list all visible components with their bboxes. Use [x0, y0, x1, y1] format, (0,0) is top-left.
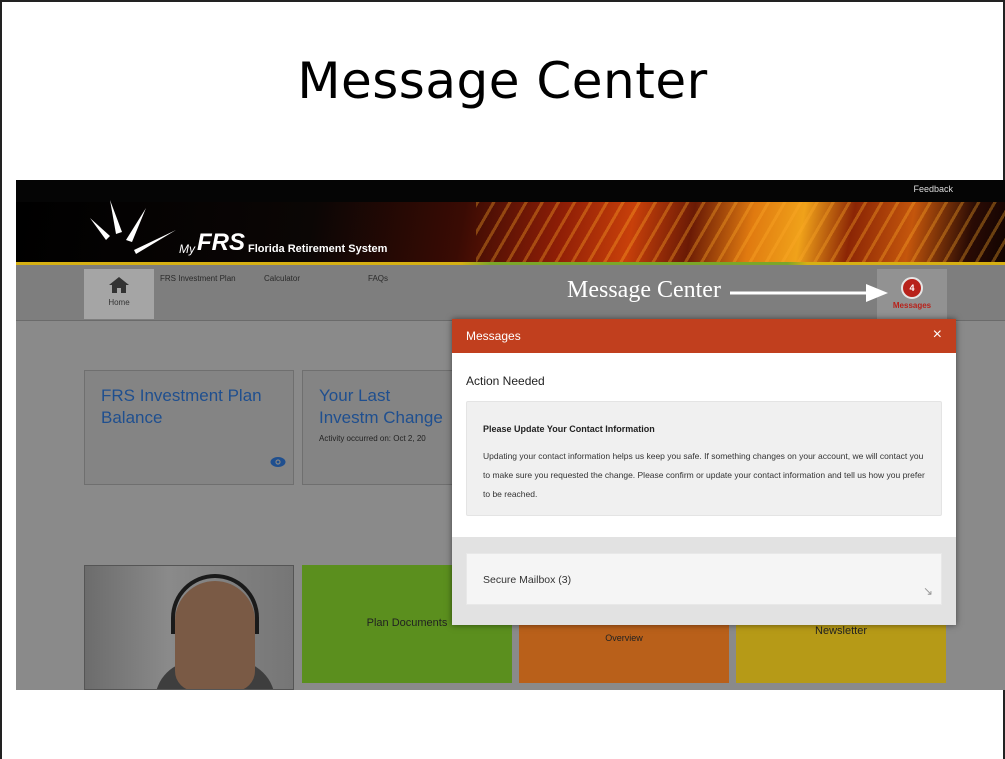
messages-modal: Messages × Action Needed Please Update Y…: [452, 319, 956, 625]
close-icon[interactable]: ×: [933, 326, 942, 344]
modal-header: Messages ×: [452, 319, 956, 353]
logo-frs-text: FRS: [197, 229, 245, 256]
expand-arrow-icon[interactable]: ↘: [923, 584, 933, 598]
messages-count-badge: 4: [901, 277, 923, 299]
slide-title: Message Center: [297, 52, 708, 110]
secure-mailbox-link[interactable]: Secure Mailbox (3) ↘: [466, 553, 942, 605]
tile-overview-label: Overview: [605, 633, 643, 643]
modal-title: Messages: [466, 329, 521, 343]
notice-heading: Please Update Your Contact Information: [483, 424, 655, 434]
annotation-arrow-icon: [730, 284, 888, 302]
logo-my-text: My: [179, 242, 195, 256]
secure-mailbox-label: Secure Mailbox (3): [483, 574, 572, 586]
feedback-link[interactable]: Feedback: [913, 184, 953, 194]
action-needed-heading: Action Needed: [466, 374, 545, 388]
last-change-card-title: Your Last Investm Change: [319, 386, 443, 427]
support-agent-photo: [84, 565, 294, 690]
logo-subtitle: Florida Retirement System: [248, 243, 388, 255]
tile-newsletter-label: Newsletter: [815, 625, 867, 637]
banner-pattern: [476, 202, 1005, 264]
nav-calculator[interactable]: Calculator: [264, 274, 300, 283]
headset-icon: [171, 574, 259, 634]
balance-card-title: FRS Investment Plan Balance: [101, 386, 262, 427]
eye-icon[interactable]: [270, 456, 286, 468]
home-icon: [109, 277, 129, 293]
nav-faqs[interactable]: FAQs: [368, 274, 388, 283]
nav-home[interactable]: Home: [84, 269, 154, 319]
home-label: Home: [108, 298, 130, 307]
nav-investment-plan[interactable]: FRS Investment Plan: [160, 274, 236, 283]
annotation-label: Message Center: [567, 277, 721, 303]
balance-card[interactable]: FRS Investment Plan Balance: [84, 370, 294, 485]
last-change-activity: Activity occurred on: Oct 2, 20: [319, 434, 426, 443]
notice-body: Updating your contact information helps …: [483, 451, 925, 499]
sun-logo-icon: [90, 200, 176, 254]
contact-info-notice[interactable]: Please Update Your Contact Information U…: [466, 401, 942, 516]
mailbox-section: Secure Mailbox (3) ↘: [452, 537, 956, 625]
